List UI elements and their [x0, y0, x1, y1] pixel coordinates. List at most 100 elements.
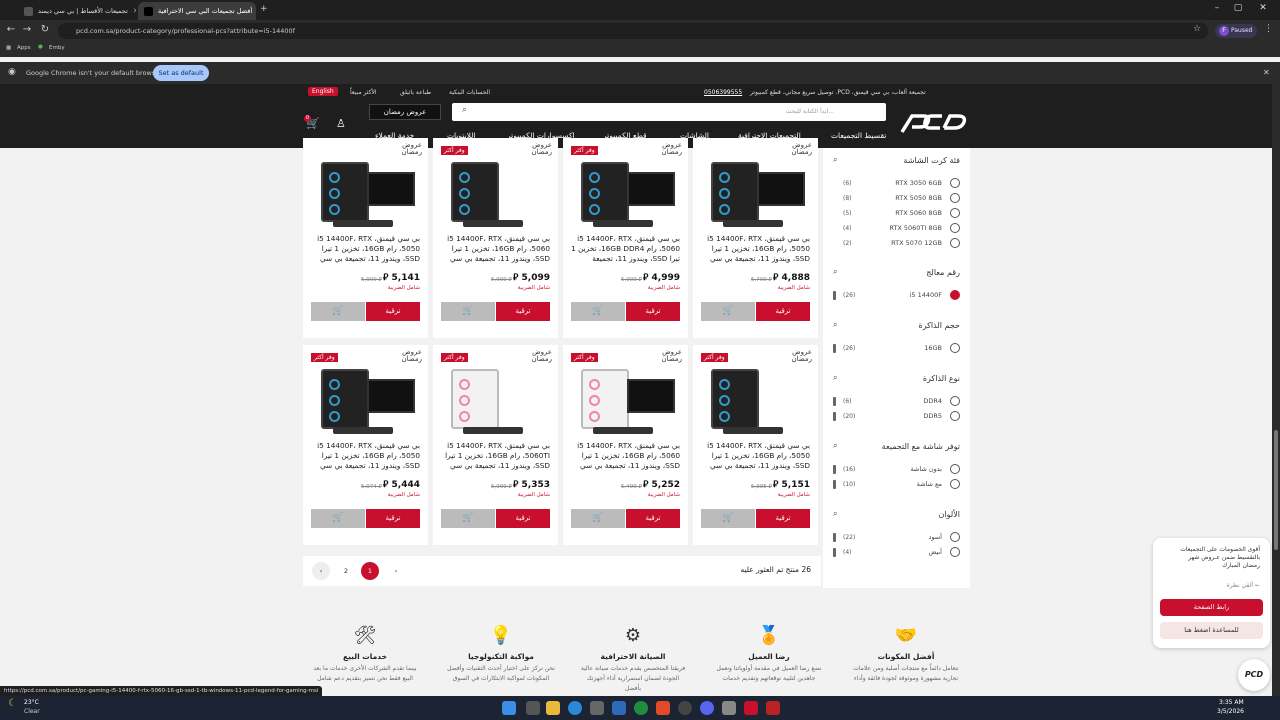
back-icon[interactable]: ←	[4, 24, 18, 35]
filter-radio[interactable]	[950, 532, 960, 542]
site-logo[interactable]	[898, 110, 970, 136]
weather-temp[interactable]: 23°C	[24, 699, 39, 706]
filter-search-icon[interactable]: ⌕	[833, 509, 837, 519]
close-window-button[interactable]: ✕	[1255, 3, 1271, 13]
url-field[interactable]: pcd.com.sa/product-category/professional…	[58, 23, 1208, 39]
outlook-icon[interactable]	[612, 701, 626, 715]
filter-option-label[interactable]: مع شاشة	[917, 480, 942, 488]
language-switch[interactable]: English	[308, 87, 338, 96]
maximize-button[interactable]: ▢	[1230, 3, 1246, 13]
github-icon[interactable]	[678, 701, 692, 715]
product-image[interactable]	[703, 156, 808, 231]
header-link-bank[interactable]: الحسابات البنكية	[449, 89, 490, 96]
product-name[interactable]: بي سي قيمنق، i5 14400F، RTX 5050، رام 16…	[700, 234, 810, 264]
add-to-cart-button[interactable]: 🛒	[311, 509, 365, 528]
header-phone[interactable]: 0506399555	[704, 89, 742, 96]
product-image[interactable]	[443, 363, 548, 438]
product-image[interactable]	[573, 363, 678, 438]
upgrade-button[interactable]: ترقية	[366, 509, 420, 528]
filter-option-label[interactable]: RTX 5070 12GB	[891, 239, 942, 247]
chrome-taskbar-icon[interactable]	[634, 701, 648, 715]
filter-option-label[interactable]: DDR5	[923, 412, 942, 420]
filter-radio[interactable]	[950, 479, 960, 489]
filter-radio[interactable]	[950, 223, 960, 233]
product-image[interactable]	[313, 156, 418, 231]
filter-radio[interactable]	[950, 547, 960, 557]
filter-search-icon[interactable]: ⌕	[833, 320, 837, 330]
add-to-cart-button[interactable]: 🛒	[441, 509, 495, 528]
filter-radio[interactable]	[950, 238, 960, 248]
set-default-button[interactable]: Set as default	[153, 65, 209, 81]
bookmark-emby[interactable]: Emby	[49, 45, 65, 51]
close-tab-icon[interactable]: ✕	[133, 2, 136, 20]
page-2-button[interactable]: 2	[337, 562, 355, 580]
pdf-icon[interactable]	[766, 701, 780, 715]
filter-option-label[interactable]: RTX 3050 6GB	[895, 179, 942, 187]
user-icon[interactable]: ♙	[336, 117, 346, 130]
filter-radio[interactable]	[950, 290, 960, 300]
filter-option-label[interactable]: أسود	[928, 533, 942, 541]
mail-icon[interactable]	[722, 701, 736, 715]
product-card[interactable]: عروض رمضان بي سي قيمنق، i5 14400F، RTX 50…	[433, 138, 558, 338]
filter-option-label[interactable]: بدون شاشة	[910, 465, 942, 473]
filter-option-label[interactable]: RTX 5060 8GB	[895, 209, 942, 217]
tab-professional-pcs[interactable]: أفضل تجميعات البي سي الاحترافية✕	[138, 2, 256, 20]
page-next-button[interactable]: ›	[387, 562, 405, 580]
product-card[interactable]: عروض رمضان بي سي قيمنق، i5 14400F، RTX 50…	[563, 345, 688, 545]
filter-radio[interactable]	[950, 208, 960, 218]
product-name[interactable]: بي سي قيمنق، i5 14400F، RTX 5060، رام 16…	[440, 234, 550, 264]
product-name[interactable]: بي سي قيمنق، i5 14400F، RTX 5050، رام 16…	[310, 234, 420, 264]
filter-option-label[interactable]: 16GB	[924, 344, 942, 352]
profile-paused-button[interactable]: Paused	[1215, 24, 1257, 38]
start-icon[interactable]	[502, 701, 516, 715]
discord-icon[interactable]	[700, 701, 714, 715]
product-image[interactable]	[703, 363, 808, 438]
filter-radio[interactable]	[950, 396, 960, 406]
add-to-cart-button[interactable]: 🛒	[571, 302, 625, 321]
product-name[interactable]: بي سي قيمنق، i5 14400F، RTX 5060TI، رام …	[440, 441, 550, 471]
help-button[interactable]: للمساعدة اضغط هنا	[1160, 622, 1263, 639]
new-tab-button[interactable]: +	[260, 4, 268, 14]
page-prev-button[interactable]: ‹	[312, 562, 330, 580]
header-link-bestsellers[interactable]: الأكثر مبيعاً	[350, 89, 377, 96]
upgrade-button[interactable]: ترقية	[626, 509, 680, 528]
upgrade-button[interactable]: ترقية	[756, 302, 810, 321]
product-image[interactable]	[573, 156, 678, 231]
filter-option-label[interactable]: RTX 5050 8GB	[895, 194, 942, 202]
filter-search-icon[interactable]: ⌕	[833, 441, 837, 451]
filter-option-label[interactable]: RTX 5060TI 8GB	[889, 224, 942, 232]
add-to-cart-button[interactable]: 🛒	[701, 509, 755, 528]
menu-installments[interactable]: تقسيط التجميعات	[831, 131, 886, 140]
add-to-cart-button[interactable]: 🛒	[311, 302, 365, 321]
search-input[interactable]: ابدأ الكتابة للبحث...	[452, 103, 886, 121]
product-image[interactable]	[443, 156, 548, 231]
search-taskbar-icon[interactable]	[526, 701, 540, 715]
filter-radio[interactable]	[950, 343, 960, 353]
scrollbar-thumb[interactable]	[1274, 430, 1278, 550]
menu-kebab-icon[interactable]: ⋮	[1264, 24, 1273, 34]
ramadan-offers-button[interactable]: عروض رمضان	[369, 104, 441, 120]
filter-search-icon[interactable]: ⌕	[833, 155, 837, 165]
add-to-cart-button[interactable]: 🛒	[441, 302, 495, 321]
filter-search-icon[interactable]: ⌕	[833, 267, 837, 277]
minimize-button[interactable]: –	[1209, 3, 1225, 13]
brave-icon[interactable]	[656, 701, 670, 715]
product-name[interactable]: بي سي قيمنق، i5 14400F، RTX 5060، رام 16…	[570, 441, 680, 471]
popup-look-link[interactable]: ألقي نظرة ←	[1227, 582, 1260, 589]
product-card[interactable]: عروض رمضان بي سي قيمنق، i5 14400F، RTX 50…	[693, 138, 818, 338]
product-card[interactable]: عروض رمضان بي سي قيمنق، i5 14400F، RTX 50…	[693, 345, 818, 545]
file-explorer-icon[interactable]	[546, 701, 560, 715]
add-to-cart-button[interactable]: 🛒	[571, 509, 625, 528]
product-name[interactable]: بي سي قيمنق، i5 14400F، RTX 5050، رام 16…	[310, 441, 420, 471]
page-1-button[interactable]: 1	[361, 562, 379, 580]
filter-radio[interactable]	[950, 178, 960, 188]
edge-icon[interactable]	[568, 701, 582, 715]
app-icon[interactable]	[744, 701, 758, 715]
upgrade-button[interactable]: ترقية	[496, 509, 550, 528]
clock-time[interactable]: 3:35 AM	[1219, 699, 1244, 706]
bookmark-star-icon[interactable]: ☆	[1193, 24, 1201, 34]
product-name[interactable]: بي سي قيمنق، i5 14400F، RTX 5060، رام 16…	[570, 234, 680, 264]
search-icon[interactable]: ⌕	[462, 105, 467, 115]
header-link-print[interactable]: طباعة باثيلق	[400, 89, 431, 96]
product-card[interactable]: عروض رمضان بي سي قيمنق، i5 14400F، RTX 50…	[303, 138, 428, 338]
